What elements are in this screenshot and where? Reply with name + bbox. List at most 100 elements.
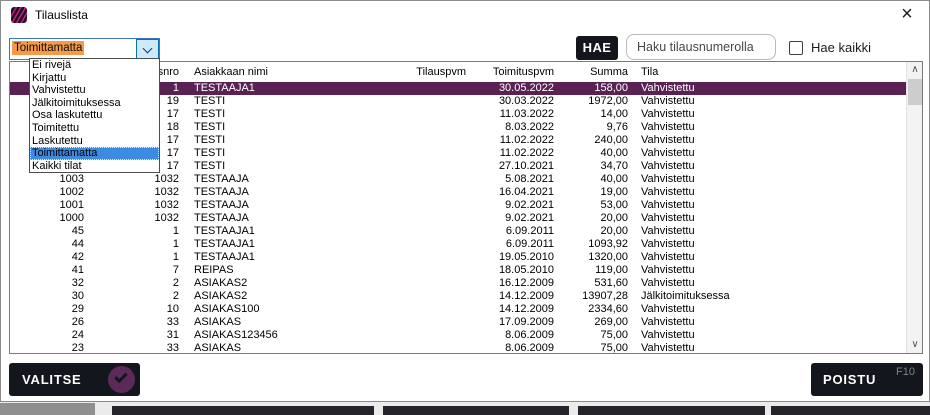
dropdown-item[interactable]: Ei rivejä xyxy=(30,59,159,72)
exit-shortcut-label: F10 xyxy=(896,366,915,378)
scroll-down-icon[interactable]: ∨ xyxy=(907,337,923,353)
cell-tila: Vahvistettu xyxy=(631,160,906,173)
dropdown-item[interactable]: Osa laskutettu xyxy=(30,109,159,122)
dropdown-item[interactable]: Kaikki tilat xyxy=(30,160,159,173)
cell-summa: 20,00 xyxy=(555,212,631,225)
cell-summa: 19,00 xyxy=(555,186,631,199)
table-row[interactable]: 10001032TESTAAJA9.02.202120,00Vahvistett… xyxy=(10,212,906,225)
cell-tilauspvm xyxy=(412,225,467,238)
dropdown-item[interactable]: Kirjattu xyxy=(30,72,159,85)
cell-tila: Vahvistettu xyxy=(631,303,906,316)
cell-tila: Vahvistettu xyxy=(631,199,906,212)
cell-tilauspvm xyxy=(412,264,467,277)
status-filter-combobox[interactable]: Toimittamatta xyxy=(9,38,160,60)
search-button[interactable]: HAE xyxy=(576,36,618,60)
dropdown-item[interactable]: Jälkitoimituksessa xyxy=(30,97,159,110)
cell-tilauspvm xyxy=(412,303,467,316)
cell-tila: Vahvistettu xyxy=(631,238,906,251)
table-row[interactable]: 417REIPAS18.05.2010119,00Vahvistettu xyxy=(10,264,906,277)
table-row[interactable]: 10021032TESTAAJA16.04.202119,00Vahvistet… xyxy=(10,186,906,199)
table-row[interactable]: 421TESTAAJA119.05.20101320,00Vahvistettu xyxy=(10,251,906,264)
cell-asiakkaan-nimi: ASIAKAS2 xyxy=(182,277,412,290)
titlebar: Tilauslista × xyxy=(1,1,929,29)
vertical-scrollbar[interactable]: ∧ ∨ xyxy=(906,62,922,353)
cell-tilauspvm xyxy=(412,121,467,134)
cell-asiakkaan-nimi: TESTAAJA1 xyxy=(182,238,412,251)
table-row[interactable]: 2633ASIAKAS17.09.2009269,00Vahvistettu xyxy=(10,316,906,329)
cell-toimituspvm: 19.05.2010 xyxy=(467,251,555,264)
cell-toimituspvm: 14.12.2009 xyxy=(467,290,555,303)
dropdown-item[interactable]: Laskutettu xyxy=(30,135,159,148)
cell-asiakasnro: 1 xyxy=(86,238,182,251)
table-row[interactable]: 2910ASIAKAS10014.12.20092334,60Vahvistet… xyxy=(10,303,906,316)
order-number-search-input[interactable] xyxy=(626,34,776,60)
cell-summa: 13907,28 xyxy=(555,290,631,303)
cell-tilauspvm xyxy=(412,186,467,199)
dropdown-item[interactable]: Toimitettu xyxy=(30,122,159,135)
cell-toimituspvm: 5.08.2021 xyxy=(467,173,555,186)
cell-asiakasnro: 1 xyxy=(86,225,182,238)
table-row[interactable]: 302ASIAKAS214.12.200913907,28Jälkitoimit… xyxy=(10,290,906,303)
combobox-dropdown-button[interactable] xyxy=(136,39,159,59)
cell-asiakkaan-nimi: TESTI xyxy=(182,95,412,108)
table-row[interactable]: 322ASIAKAS216.12.2009531,60Vahvistettu xyxy=(10,277,906,290)
window-title: Tilauslista xyxy=(35,8,88,22)
chevron-down-icon xyxy=(143,44,153,54)
cell-toimituspvm: 18.05.2010 xyxy=(467,264,555,277)
table-row[interactable]: 2333ASIAKAS8.06.200975,00Vahvistettu xyxy=(10,342,906,353)
cell-tilausnro: 1002 xyxy=(10,186,86,199)
cell-asiakasnro: 1032 xyxy=(86,199,182,212)
cell-toimituspvm: 9.02.2021 xyxy=(467,212,555,225)
scrollbar-thumb[interactable] xyxy=(908,79,922,105)
cell-tila: Vahvistettu xyxy=(631,225,906,238)
cell-asiakasnro: 2 xyxy=(86,277,182,290)
search-all-label: Hae kaikki xyxy=(811,40,871,55)
cell-tilauspvm xyxy=(412,251,467,264)
cell-toimituspvm: 16.04.2021 xyxy=(467,186,555,199)
dropdown-item[interactable]: Toimittamatta xyxy=(30,147,159,160)
cell-asiakasnro: 2 xyxy=(86,290,182,303)
table-row[interactable]: 451TESTAAJA16.09.201120,00Vahvistettu xyxy=(10,225,906,238)
cell-asiakkaan-nimi: TESTAAJA1 xyxy=(182,82,412,95)
column-header-summa[interactable]: Summa xyxy=(555,66,631,78)
table-row[interactable]: 2431ASIAKAS1234568.06.200975,00Vahvistet… xyxy=(10,329,906,342)
cell-tilausnro: 26 xyxy=(10,316,86,329)
cell-tilauspvm xyxy=(412,277,467,290)
exit-button[interactable]: POISTU F10 xyxy=(811,363,923,396)
background-window-shadow xyxy=(0,403,95,415)
column-header-tila[interactable]: Tila xyxy=(631,66,906,78)
cell-asiakasnro: 10 xyxy=(86,303,182,316)
cell-asiakasnro: 1032 xyxy=(86,186,182,199)
table-row[interactable]: 10031032TESTAAJA5.08.202140,00Vahvistett… xyxy=(10,173,906,186)
cell-summa: 53,00 xyxy=(555,199,631,212)
cell-tilausnro: 24 xyxy=(10,329,86,342)
scroll-up-icon[interactable]: ∧ xyxy=(907,62,923,78)
select-button[interactable]: VALITSE xyxy=(9,363,140,396)
cell-summa: 158,00 xyxy=(555,82,631,95)
cell-toimituspvm: 9.02.2021 xyxy=(467,199,555,212)
close-icon[interactable]: × xyxy=(896,3,918,25)
select-button-label: VALITSE xyxy=(22,363,82,396)
column-header-toimituspvm[interactable]: Toimituspvm xyxy=(467,66,555,78)
cell-asiakkaan-nimi: TESTAAJA xyxy=(182,186,412,199)
cell-summa: 20,00 xyxy=(555,225,631,238)
table-row[interactable]: 441TESTAAJA16.09.20111093,92Vahvistettu xyxy=(10,238,906,251)
cell-tilausnro: 42 xyxy=(10,251,86,264)
cell-tila: Vahvistettu xyxy=(631,95,906,108)
status-dropdown: Ei rivejäKirjattuVahvistettuJälkitoimitu… xyxy=(29,58,160,173)
background-window-strip xyxy=(578,406,765,415)
check-circle-icon xyxy=(108,366,135,393)
cell-tilausnro: 29 xyxy=(10,303,86,316)
cell-asiakkaan-nimi: TESTI xyxy=(182,147,412,160)
status-filter-value: Toimittamatta xyxy=(12,41,84,55)
cell-asiakasnro: 1 xyxy=(86,251,182,264)
search-all-checkbox[interactable] xyxy=(789,41,803,55)
dropdown-item[interactable]: Vahvistettu xyxy=(30,84,159,97)
cell-toimituspvm: 11.02.2022 xyxy=(467,147,555,160)
cell-tilauspvm xyxy=(412,238,467,251)
cell-toimituspvm: 8.06.2009 xyxy=(467,342,555,353)
column-header-asiakkaan-nimi[interactable]: Asiakkaan nimi xyxy=(182,66,412,78)
cell-asiakkaan-nimi: TESTAAJA xyxy=(182,212,412,225)
column-header-tilauspvm[interactable]: Tilauspvm xyxy=(412,66,467,78)
table-row[interactable]: 10011032TESTAAJA9.02.202153,00Vahvistett… xyxy=(10,199,906,212)
